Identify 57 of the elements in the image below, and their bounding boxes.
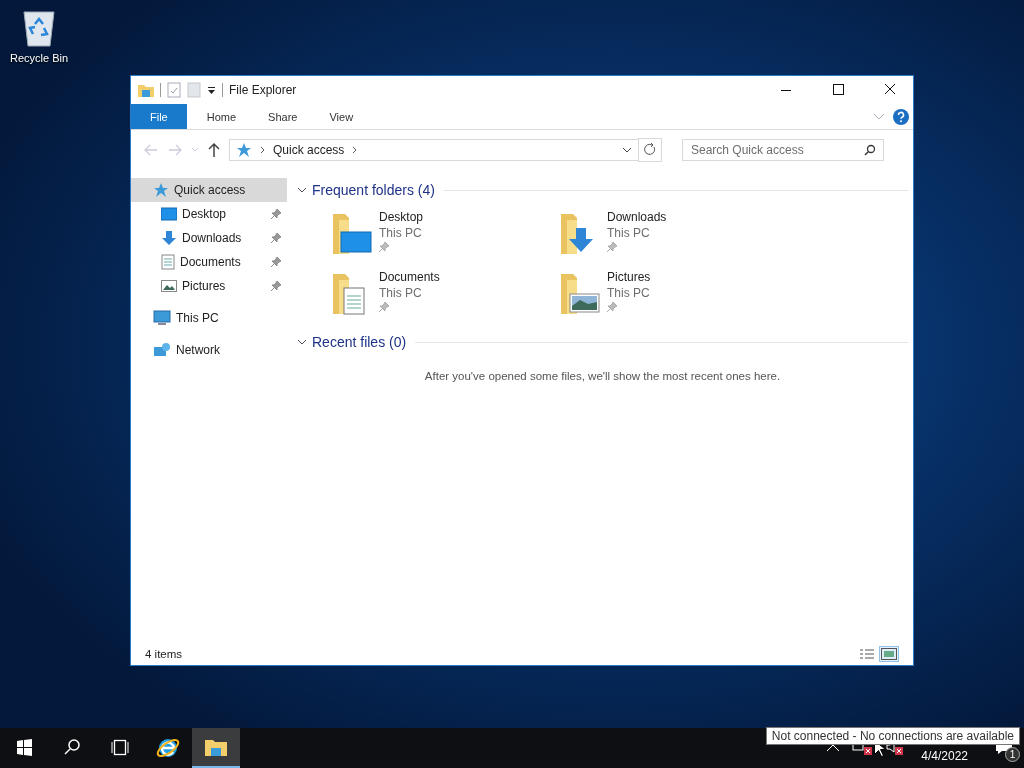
folder-icon[interactable] (192, 728, 240, 768)
folder-icon (138, 83, 154, 97)
address-path[interactable]: Quick access (273, 143, 345, 157)
section-header[interactable]: Recent files (0) (312, 334, 407, 350)
nav-item[interactable]: Pictures (131, 274, 287, 298)
ribbon-tab[interactable]: View (317, 104, 366, 129)
picture-icon (161, 279, 177, 293)
section-header[interactable]: Frequent folders (4) (312, 182, 435, 198)
large-icons-view-icon[interactable] (879, 646, 899, 662)
folder-location: This PC (607, 286, 651, 300)
notification-count-badge: 1 (1005, 747, 1020, 762)
nav-item[interactable]: Quick access (131, 178, 287, 202)
address-bar[interactable]: Quick access (229, 139, 639, 161)
pin-icon[interactable] (271, 281, 281, 291)
chevron-right-icon[interactable] (352, 146, 358, 154)
window-title: File Explorer (229, 83, 297, 97)
network-icon (153, 342, 171, 358)
chevron-icon[interactable] (297, 186, 307, 194)
folder-location: This PC (379, 286, 423, 300)
nav-item[interactable]: Network (131, 338, 287, 362)
folder-location: This PC (607, 226, 651, 240)
star-icon (153, 182, 169, 198)
star-icon (236, 142, 252, 158)
ribbon-tab[interactable]: Share (256, 104, 310, 129)
ribbon-tab[interactable]: Home (194, 104, 249, 129)
item-count: 4 items (145, 648, 183, 660)
pin-icon[interactable] (271, 209, 281, 219)
up-arrow-icon[interactable] (207, 142, 221, 158)
file-menu-button[interactable]: File (131, 104, 187, 129)
folder-location: This PC (379, 226, 423, 240)
nav-item[interactable]: Downloads (131, 226, 287, 250)
tooltip: Not connected - No connections are available (765, 727, 1020, 745)
search-field[interactable]: Search Quick access (682, 139, 884, 161)
folder-name[interactable]: Desktop (379, 210, 424, 224)
desktop-icon-label[interactable]: Recycle Bin (9, 52, 69, 64)
nav-item[interactable]: Desktop (131, 202, 287, 226)
monitor-icon (153, 310, 171, 326)
chevron-icon[interactable] (297, 338, 307, 346)
chevron-down-icon[interactable] (622, 147, 632, 153)
nav-item[interactable]: Documents (131, 250, 287, 274)
desktop-icon (161, 207, 177, 221)
folder-name[interactable]: Pictures (607, 270, 651, 284)
recycle-bin-icon[interactable] (20, 8, 58, 48)
refresh-icon[interactable] (638, 138, 662, 162)
empty-message: After you've opened some files, we'll show the most recent ones here. (423, 369, 782, 382)
pin-icon[interactable] (271, 257, 281, 267)
dropdown-icon[interactable] (207, 86, 216, 94)
pin-icon[interactable] (271, 233, 281, 243)
download-arrow-icon (161, 230, 177, 246)
clock-date[interactable]: 4/4/2022 (921, 749, 968, 763)
search-icon[interactable] (864, 144, 876, 156)
folder-name[interactable]: Downloads (607, 210, 667, 224)
document-icon (161, 254, 175, 270)
chevron-right-icon[interactable] (260, 146, 265, 154)
nav-item[interactable]: This PC (131, 306, 287, 330)
folder-name[interactable]: Documents (379, 270, 440, 284)
help-icon[interactable] (893, 108, 909, 125)
